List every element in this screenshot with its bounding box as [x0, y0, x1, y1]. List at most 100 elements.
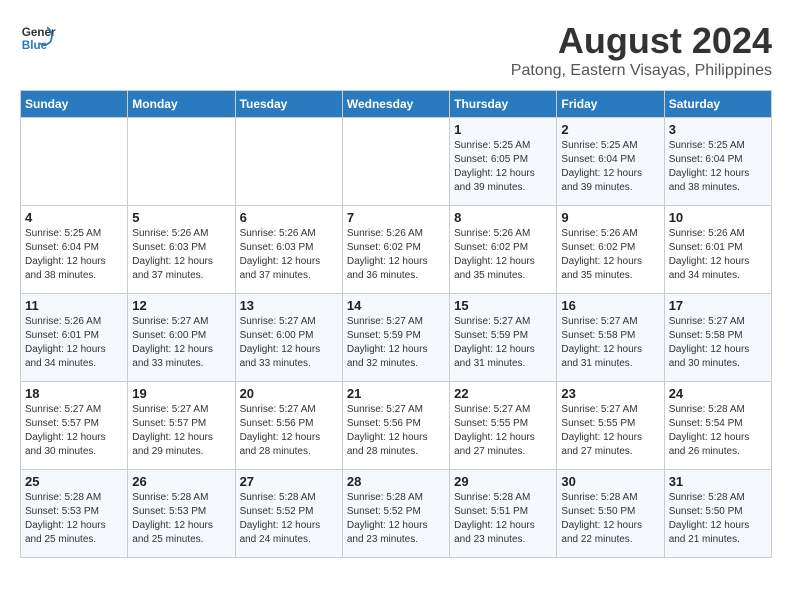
day-info: Sunrise: 5:27 AMSunset: 5:57 PMDaylight:… — [25, 403, 123, 459]
calendar-cell: 17Sunrise: 5:27 AMSunset: 5:58 PMDayligh… — [664, 294, 771, 382]
day-number: 28 — [347, 474, 445, 489]
calendar-cell: 2Sunrise: 5:25 AMSunset: 6:04 PMDaylight… — [557, 118, 664, 206]
day-number: 30 — [561, 474, 659, 489]
day-number: 26 — [132, 474, 230, 489]
weekday-header-saturday: Saturday — [664, 91, 771, 118]
day-info: Sunrise: 5:25 AMSunset: 6:04 PMDaylight:… — [25, 227, 123, 283]
day-info: Sunrise: 5:26 AMSunset: 6:01 PMDaylight:… — [669, 227, 767, 283]
day-number: 9 — [561, 210, 659, 225]
calendar-cell: 10 Sunrise: 5:26 AMSunset: 6:01 PMDayligh… — [664, 206, 771, 294]
day-info: Sunrise: 5:28 AMSunset: 5:54 PMDaylight:… — [669, 403, 767, 459]
calendar-cell: 5 Sunrise: 5:26 AMSunset: 6:03 PMDaylight… — [128, 206, 235, 294]
day-info: Sunrise: 5:27 AMSunset: 5:58 PMDaylight:… — [561, 315, 659, 371]
calendar-cell: 8 Sunrise: 5:26 AMSunset: 6:02 PMDaylight… — [450, 206, 557, 294]
day-info: Sunrise: 5:28 AMSunset: 5:52 PMDaylight:… — [347, 491, 445, 547]
day-number: 29 — [454, 474, 552, 489]
calendar-week-3: 11 Sunrise: 5:26 AMSunset: 6:01 PMDayligh… — [21, 294, 772, 382]
calendar-subtitle: Patong, Eastern Visayas, Philippines — [511, 62, 772, 80]
calendar-cell: 21 Sunrise: 5:27 AMSunset: 5:56 PMDayligh… — [342, 382, 449, 470]
weekday-header-tuesday: Tuesday — [235, 91, 342, 118]
day-number: 13 — [240, 298, 338, 313]
day-info: Sunrise: 5:27 AMSunset: 5:59 PMDaylight:… — [347, 315, 445, 371]
calendar-cell: 18 Sunrise: 5:27 AMSunset: 5:57 PMDayligh… — [21, 382, 128, 470]
day-info: Sunrise: 5:27 AMSunset: 5:57 PMDaylight:… — [132, 403, 230, 459]
weekday-header-thursday: Thursday — [450, 91, 557, 118]
day-number: 15 — [454, 298, 552, 313]
day-number: 23 — [561, 386, 659, 401]
day-number: 16 — [561, 298, 659, 313]
day-number: 5 — [132, 210, 230, 225]
day-number: 22 — [454, 386, 552, 401]
day-number: 20 — [240, 386, 338, 401]
calendar-cell: 25Sunrise: 5:28 AMSunset: 5:53 PMDayligh… — [21, 470, 128, 558]
calendar-cell — [128, 118, 235, 206]
day-number: 18 — [25, 386, 123, 401]
day-info: Sunrise: 5:25 AMSunset: 6:04 PMDaylight:… — [669, 139, 767, 195]
logo: General Blue — [20, 20, 56, 56]
day-number: 8 — [454, 210, 552, 225]
calendar-cell: 13 Sunrise: 5:27 AMSunset: 6:00 PMDayligh… — [235, 294, 342, 382]
day-info: Sunrise: 5:26 AMSunset: 6:02 PMDaylight:… — [454, 227, 552, 283]
calendar-cell: 27 Sunrise: 5:28 AMSunset: 5:52 PMDayligh… — [235, 470, 342, 558]
day-number: 11 — [25, 298, 123, 313]
calendar-cell: 30 Sunrise: 5:28 AMSunset: 5:50 PMDayligh… — [557, 470, 664, 558]
day-info: Sunrise: 5:27 AMSunset: 5:55 PMDaylight:… — [454, 403, 552, 459]
calendar-cell: 12Sunrise: 5:27 AMSunset: 6:00 PMDayligh… — [128, 294, 235, 382]
day-info: Sunrise: 5:27 AMSunset: 5:56 PMDaylight:… — [347, 403, 445, 459]
calendar-cell: 28 Sunrise: 5:28 AMSunset: 5:52 PMDayligh… — [342, 470, 449, 558]
day-number: 31 — [669, 474, 767, 489]
header: General Blue August 2024 Patong, Eastern… — [20, 20, 772, 80]
calendar-cell: 31Sunrise: 5:28 AMSunset: 5:50 PMDayligh… — [664, 470, 771, 558]
day-info: Sunrise: 5:27 AMSunset: 6:00 PMDaylight:… — [240, 315, 338, 371]
day-number: 10 — [669, 210, 767, 225]
day-info: Sunrise: 5:28 AMSunset: 5:51 PMDaylight:… — [454, 491, 552, 547]
day-info: Sunrise: 5:26 AMSunset: 6:02 PMDaylight:… — [561, 227, 659, 283]
calendar-cell: 6Sunrise: 5:26 AMSunset: 6:03 PMDaylight… — [235, 206, 342, 294]
calendar-cell: 7 Sunrise: 5:26 AMSunset: 6:02 PMDaylight… — [342, 206, 449, 294]
day-number: 4 — [25, 210, 123, 225]
calendar-cell: 1 Sunrise: 5:25 AMSunset: 6:05 PMDaylight… — [450, 118, 557, 206]
calendar-week-4: 18 Sunrise: 5:27 AMSunset: 5:57 PMDayligh… — [21, 382, 772, 470]
calendar-week-5: 25Sunrise: 5:28 AMSunset: 5:53 PMDayligh… — [21, 470, 772, 558]
day-number: 19 — [132, 386, 230, 401]
calendar-week-2: 4 Sunrise: 5:25 AMSunset: 6:04 PMDaylight… — [21, 206, 772, 294]
day-info: Sunrise: 5:28 AMSunset: 5:53 PMDaylight:… — [132, 491, 230, 547]
title-area: August 2024 Patong, Eastern Visayas, Phi… — [511, 20, 772, 80]
calendar-cell: 23 Sunrise: 5:27 AMSunset: 5:55 PMDayligh… — [557, 382, 664, 470]
day-info: Sunrise: 5:27 AMSunset: 5:55 PMDaylight:… — [561, 403, 659, 459]
day-info: Sunrise: 5:26 AMSunset: 6:02 PMDaylight:… — [347, 227, 445, 283]
calendar-cell: 15 Sunrise: 5:27 AMSunset: 5:59 PMDayligh… — [450, 294, 557, 382]
day-info: Sunrise: 5:28 AMSunset: 5:50 PMDaylight:… — [561, 491, 659, 547]
logo-icon: General Blue — [20, 20, 56, 56]
day-number: 6 — [240, 210, 338, 225]
calendar-cell — [235, 118, 342, 206]
day-info: Sunrise: 5:25 AMSunset: 6:05 PMDaylight:… — [454, 139, 552, 195]
day-number: 21 — [347, 386, 445, 401]
calendar-cell — [342, 118, 449, 206]
weekday-header-wednesday: Wednesday — [342, 91, 449, 118]
calendar-cell: 24Sunrise: 5:28 AMSunset: 5:54 PMDayligh… — [664, 382, 771, 470]
day-info: Sunrise: 5:25 AMSunset: 6:04 PMDaylight:… — [561, 139, 659, 195]
weekday-header-friday: Friday — [557, 91, 664, 118]
calendar-cell: 16 Sunrise: 5:27 AMSunset: 5:58 PMDayligh… — [557, 294, 664, 382]
calendar-cell: 22 Sunrise: 5:27 AMSunset: 5:55 PMDayligh… — [450, 382, 557, 470]
calendar-title: August 2024 — [511, 20, 772, 62]
day-info: Sunrise: 5:28 AMSunset: 5:52 PMDaylight:… — [240, 491, 338, 547]
calendar-cell: 26 Sunrise: 5:28 AMSunset: 5:53 PMDayligh… — [128, 470, 235, 558]
calendar-cell: 4 Sunrise: 5:25 AMSunset: 6:04 PMDaylight… — [21, 206, 128, 294]
day-info: Sunrise: 5:26 AMSunset: 6:01 PMDaylight:… — [25, 315, 123, 371]
weekday-header-monday: Monday — [128, 91, 235, 118]
day-info: Sunrise: 5:27 AMSunset: 5:59 PMDaylight:… — [454, 315, 552, 371]
weekday-header-sunday: Sunday — [21, 91, 128, 118]
calendar-cell: 9 Sunrise: 5:26 AMSunset: 6:02 PMDaylight… — [557, 206, 664, 294]
day-info: Sunrise: 5:27 AMSunset: 5:56 PMDaylight:… — [240, 403, 338, 459]
weekday-header-row: SundayMondayTuesdayWednesdayThursdayFrid… — [21, 91, 772, 118]
day-number: 1 — [454, 122, 552, 137]
day-number: 14 — [347, 298, 445, 313]
day-info: Sunrise: 5:26 AMSunset: 6:03 PMDaylight:… — [132, 227, 230, 283]
day-number: 27 — [240, 474, 338, 489]
day-number: 17 — [669, 298, 767, 313]
calendar-table: SundayMondayTuesdayWednesdayThursdayFrid… — [20, 90, 772, 558]
day-info: Sunrise: 5:28 AMSunset: 5:53 PMDaylight:… — [25, 491, 123, 547]
day-number: 7 — [347, 210, 445, 225]
